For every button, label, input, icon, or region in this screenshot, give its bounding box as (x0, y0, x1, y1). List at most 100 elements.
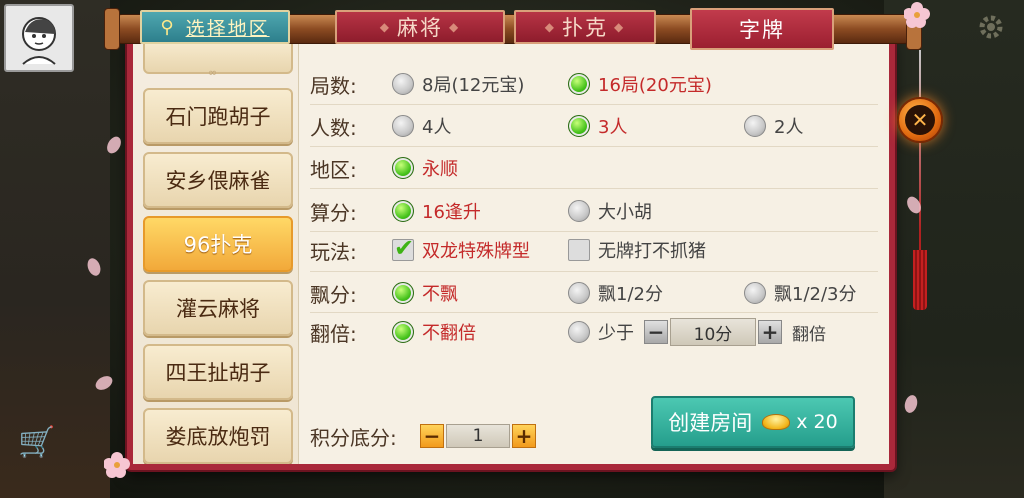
plus-button[interactable]: + (758, 320, 782, 344)
tassel (913, 250, 927, 310)
tab-select-area[interactable]: ⚲ 选择地区 (140, 10, 290, 44)
blossom-icon (104, 452, 130, 478)
radio-on-icon[interactable] (392, 282, 414, 304)
sidebar-item-siwang[interactable]: 四王扯胡子 (143, 344, 293, 400)
sidebar-item-shimen[interactable]: 石门跑胡子 (143, 88, 293, 144)
radio-on-icon[interactable] (392, 157, 414, 179)
radio-off-icon[interactable] (392, 115, 414, 137)
option-text: 永顺 (422, 159, 458, 180)
gear-icon[interactable] (976, 12, 1006, 42)
blossom-icon (904, 2, 930, 28)
play-label: 玩法: (310, 239, 357, 264)
double-option-none[interactable]: 不翻倍 (392, 319, 476, 345)
tab-ornament-icon: ◆ (449, 20, 461, 34)
scoring-option-16[interactable]: 16逢升 (392, 198, 481, 224)
tab-poker-label: 扑克 (562, 16, 608, 40)
plus-button[interactable]: + (512, 424, 536, 448)
option-text: 3人 (598, 117, 628, 138)
divider (310, 104, 878, 105)
radio-on-icon[interactable] (392, 200, 414, 222)
divider (310, 188, 878, 189)
players-option-3[interactable]: 3人 (568, 113, 627, 139)
double-threshold-stepper[interactable]: − 10分 + (644, 318, 782, 346)
minus-button[interactable]: − (644, 320, 668, 344)
sidebar-item-96poker[interactable]: 96扑克 (143, 216, 293, 272)
radio-off-icon[interactable] (568, 282, 590, 304)
option-text: 少于 (598, 323, 634, 344)
game-list-sidebar[interactable]: ∞ 石门跑胡子 安乡偎麻雀 96扑克 灌云麻将 四王扯胡子 娄底放炮罚 (133, 44, 299, 464)
rounds-option-8[interactable]: 8局(12元宝) (392, 71, 524, 97)
tab-select-area-label: 选择地区 (185, 17, 270, 40)
scroll-rod-end-left (104, 8, 120, 50)
radio-on-icon[interactable] (568, 73, 590, 95)
option-text: 双龙特殊牌型 (422, 241, 530, 262)
radio-off-icon[interactable] (392, 73, 414, 95)
minus-button[interactable]: − (420, 424, 444, 448)
region-label: 地区: (310, 157, 357, 182)
sidebar-item-label: 安乡偎麻雀 (165, 169, 271, 193)
option-text: 飘1/2分 (598, 284, 663, 305)
play-option-shuanglong[interactable]: 双龙特殊牌型 (392, 234, 530, 263)
option-text: 无牌打不抓猪 (598, 241, 706, 262)
radio-off-icon[interactable] (744, 115, 766, 137)
tab-ornament-icon: ◆ (614, 20, 626, 34)
option-text: 飘1/2/3分 (774, 284, 857, 305)
rounds-label: 局数: (310, 73, 357, 98)
radio-on-icon[interactable] (392, 321, 414, 343)
create-room-cost: x 20 (796, 411, 838, 433)
tab-zipai-label: 字牌 (739, 18, 785, 42)
float-option-12[interactable]: 飘1/2分 (568, 280, 663, 306)
divider (310, 271, 878, 272)
stepper-value: 10分 (670, 318, 756, 346)
float-option-none[interactable]: 不飘 (392, 280, 458, 306)
avatar[interactable] (4, 4, 74, 72)
option-text: 8局(12元宝) (422, 75, 525, 96)
checkbox-empty-icon[interactable] (568, 239, 590, 261)
close-button[interactable]: ✕ (897, 97, 943, 143)
sidebar-item-label: 四王扯胡子 (165, 361, 271, 385)
tab-poker[interactable]: ◆ 扑克 ◆ (514, 10, 656, 44)
option-text: 2人 (774, 117, 804, 138)
knot-ornament-icon: ∞ (208, 66, 218, 79)
location-pin-icon: ⚲ (160, 16, 176, 38)
base-score-label: 积分底分: (310, 425, 397, 450)
create-room-label: 创建房间 (668, 411, 753, 435)
sidebar-item-guanyun[interactable]: 灌云麻将 (143, 280, 293, 336)
radio-off-icon[interactable] (744, 282, 766, 304)
shopping-cart-icon[interactable]: 🛒 (18, 425, 58, 461)
scoring-label: 算分: (310, 200, 357, 225)
tab-mahjong[interactable]: ◆ 麻将 ◆ (335, 10, 505, 44)
sidebar-item-loudi[interactable]: 娄底放炮罚 (143, 408, 293, 464)
option-text: 16局(20元宝) (598, 75, 712, 96)
create-room-button[interactable]: 创建房间 x 20 (651, 396, 855, 448)
players-option-4[interactable]: 4人 (392, 113, 451, 139)
option-text: 大小胡 (598, 202, 652, 223)
option-text: 不翻倍 (422, 323, 476, 344)
base-score-stepper[interactable]: − 1 + (420, 424, 536, 448)
scoring-option-daxiaohu[interactable]: 大小胡 (568, 198, 652, 224)
tab-zipai[interactable]: 字牌 (690, 8, 834, 50)
divider (310, 231, 878, 232)
radio-off-icon[interactable] (568, 200, 590, 222)
players-option-2[interactable]: 2人 (744, 113, 803, 139)
radio-on-icon[interactable] (568, 115, 590, 137)
region-option-yongshun[interactable]: 永顺 (392, 155, 458, 181)
option-text: 不飘 (422, 284, 458, 305)
sidebar-item-label: 灌云麻将 (176, 297, 260, 321)
players-label: 人数: (310, 115, 357, 140)
stepper-value: 1 (446, 424, 510, 448)
sidebar-scrolled-item[interactable] (143, 44, 293, 74)
avatar-sketch-icon (22, 17, 56, 65)
sidebar-item-label: 96扑克 (183, 233, 253, 257)
double-option-lessthan[interactable]: 少于 (568, 319, 634, 345)
play-option-wupai[interactable]: 无牌打不抓猪 (568, 237, 706, 263)
option-text: 4人 (422, 117, 452, 138)
rounds-option-16[interactable]: 16局(20元宝) (568, 71, 712, 97)
double-label: 翻倍: (310, 321, 357, 346)
float-option-123[interactable]: 飘1/2/3分 (744, 280, 857, 306)
radio-off-icon[interactable] (568, 321, 590, 343)
tab-ornament-icon: ◆ (544, 20, 556, 34)
checkbox-checked-icon[interactable] (392, 234, 414, 262)
sidebar-item-anxiang[interactable]: 安乡偎麻雀 (143, 152, 293, 208)
double-suffix: 翻倍 (792, 324, 826, 345)
